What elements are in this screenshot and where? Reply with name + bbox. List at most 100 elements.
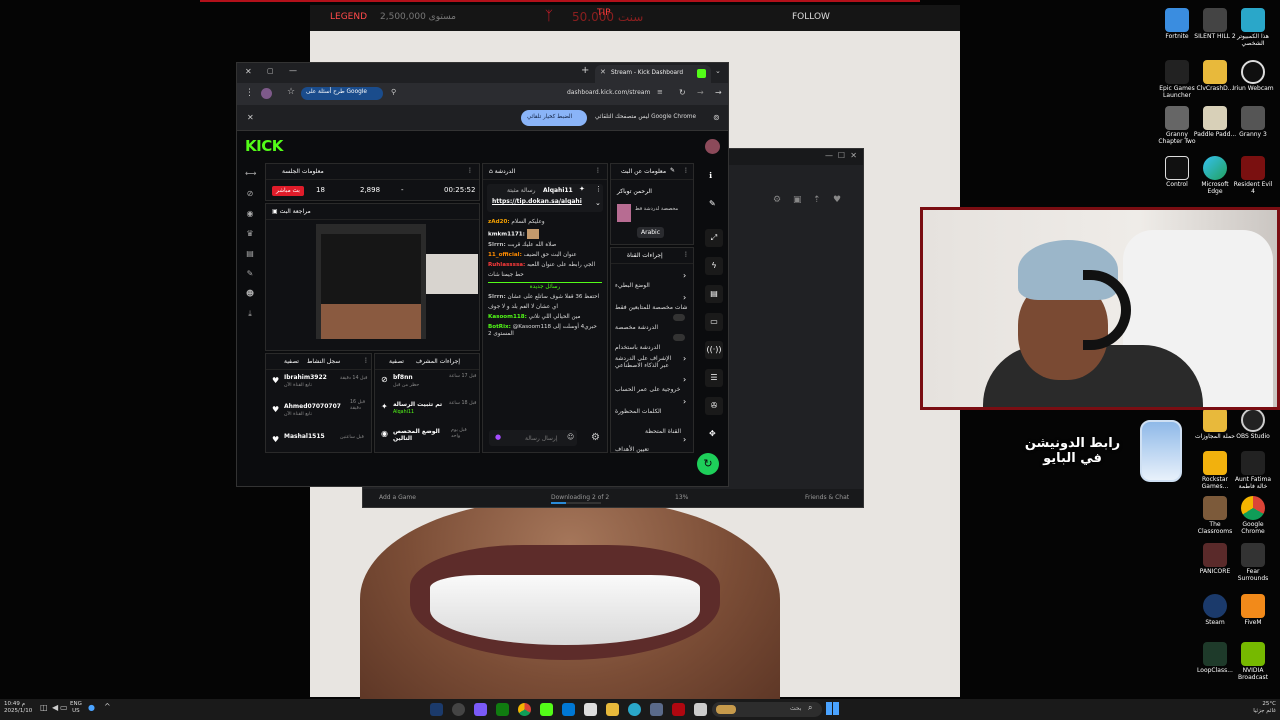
- tab-kick-dashboard[interactable]: ✕ Stream - Kick Dashboard: [595, 65, 711, 83]
- windows-start-icon[interactable]: [826, 702, 839, 715]
- ask-google-chip[interactable]: طرح أسئلة على Google: [301, 87, 383, 100]
- close-icon[interactable]: ✕: [850, 151, 857, 160]
- activity-filter[interactable]: تصفية: [284, 358, 299, 365]
- bolt-icon[interactable]: ϟ: [705, 257, 723, 275]
- action-ai-moderation[interactable]: الإشراف على الدردشة عبر الذكاء الاصطناعي…: [615, 352, 691, 371]
- link-icon[interactable]: ⊘: [245, 189, 255, 199]
- desktop-icon[interactable]: Granny 3: [1231, 106, 1275, 139]
- language-indicator[interactable]: ENG US: [70, 701, 82, 715]
- desktop-icon[interactable]: Google Chrome: [1231, 496, 1275, 536]
- desktop-icon[interactable]: Resident Evil 4: [1231, 156, 1275, 196]
- store-taskbar-icon[interactable]: [562, 703, 575, 716]
- network-icon[interactable]: ▭: [60, 703, 68, 712]
- maximize-icon[interactable]: ☐: [838, 151, 845, 160]
- user-icon[interactable]: ◉: [245, 209, 255, 219]
- mic-icon[interactable]: ●: [495, 433, 501, 441]
- controller-icon[interactable]: ▣: [793, 195, 802, 205]
- more-icon[interactable]: ⋮: [595, 167, 601, 174]
- pinned-link[interactable]: https://tip.dokan.sa/alqahi: [492, 198, 582, 205]
- friends-chat-button[interactable]: Friends & Chat: [805, 494, 849, 501]
- chrome-taskbar-icon[interactable]: [518, 703, 531, 716]
- add-game-button[interactable]: Add a Game: [379, 494, 416, 501]
- weather-widget[interactable]: 25°C غائم جزئيا: [1226, 701, 1276, 715]
- volume-icon[interactable]: ◀: [52, 703, 58, 712]
- bot-icon[interactable]: ☻: [245, 289, 255, 299]
- desktop-icon[interactable]: NVIDIA Broadcast: [1231, 642, 1275, 682]
- action-set-goals[interactable]: تعيين الأهداف ›: [615, 435, 691, 455]
- kick-taskbar-icon[interactable]: [540, 703, 553, 716]
- pencil-icon[interactable]: ✎: [709, 199, 716, 208]
- desktop-icon[interactable]: FiveM: [1231, 594, 1275, 627]
- steam-taskbar-icon[interactable]: [430, 703, 443, 716]
- app-taskbar-icon[interactable]: [474, 703, 487, 716]
- layout-icon[interactable]: ☰: [705, 369, 723, 387]
- toggle-switch[interactable]: [673, 314, 685, 321]
- action-hosted-channel[interactable]: القناة المتحظة: [615, 418, 691, 437]
- action-emote-only[interactable]: الدردشة باستخدام: [615, 334, 691, 353]
- more-icon[interactable]: ⋮: [595, 185, 602, 193]
- xbox-taskbar-icon[interactable]: [496, 703, 509, 716]
- taskbar-search[interactable]: بحث ⌕: [712, 702, 822, 717]
- user-avatar[interactable]: [705, 139, 720, 154]
- refresh-button[interactable]: ↻: [697, 453, 719, 475]
- tab-close-icon[interactable]: ✕: [600, 68, 606, 76]
- notification-icon[interactable]: ◫: [40, 703, 48, 712]
- bookmark-star-icon[interactable]: ☆: [287, 87, 295, 97]
- minimize-icon[interactable]: —: [825, 151, 833, 160]
- stream-icon[interactable]: ⟷: [245, 169, 256, 179]
- pinned-message[interactable]: رسالة مثبتة Alqahi11 ✦ ⋮ https://tip.dok…: [487, 184, 603, 212]
- settings-icon[interactable]: ⚙: [773, 195, 781, 205]
- download-icon[interactable]: ⤓: [245, 309, 255, 319]
- chevron-down-icon[interactable]: ⌄: [595, 199, 601, 207]
- date-time[interactable]: 10:49 م 2025/1/10: [4, 701, 32, 715]
- desktop-icon[interactable]: Aunt Fatima خالة فاطمة: [1231, 451, 1275, 491]
- folder-taskbar-icon[interactable]: [606, 703, 619, 716]
- more-icon[interactable]: ⋮: [683, 251, 689, 258]
- reload-icon[interactable]: ↻: [679, 88, 686, 97]
- desktop-icon[interactable]: هذا الكمبيوتر الشخصي: [1231, 8, 1275, 48]
- more-icon[interactable]: ⋮: [683, 167, 689, 174]
- broadcast-icon[interactable]: ((·)): [705, 341, 723, 359]
- app2-taskbar-icon[interactable]: [650, 703, 663, 716]
- mic-tray-icon[interactable]: ●: [88, 703, 95, 712]
- upload-icon[interactable]: ⇡: [813, 195, 821, 205]
- clipboard-icon[interactable]: ▤: [705, 285, 723, 303]
- more-icon[interactable]: ⋮: [363, 357, 369, 364]
- kick-logo[interactable]: KICK: [245, 137, 283, 155]
- app3-taskbar-icon[interactable]: [694, 703, 707, 716]
- menu-dots-icon[interactable]: ⋮: [245, 88, 254, 98]
- action-followers-only[interactable]: شات مخصصة للمتابعين فقط ›: [615, 293, 691, 313]
- close-window-icon[interactable]: ✕: [245, 67, 252, 76]
- mod-filter[interactable]: تصفية: [389, 358, 404, 365]
- back-icon[interactable]: →: [715, 88, 722, 97]
- minimize-window-icon[interactable]: —: [289, 66, 297, 75]
- notice-close-icon[interactable]: ✕: [247, 113, 254, 122]
- netflix-taskbar-icon[interactable]: [672, 703, 685, 716]
- toggle-switch[interactable]: [673, 334, 685, 341]
- wrench-icon[interactable]: ✇: [705, 397, 723, 415]
- edge-taskbar-icon[interactable]: [628, 703, 641, 716]
- move-icon[interactable]: ✥: [709, 429, 716, 438]
- action-slow-mode[interactable]: الوضع البطيء ›: [615, 271, 691, 291]
- message-icon[interactable]: ▭: [705, 313, 723, 331]
- url-text[interactable]: dashboard.kick.com/stream: [567, 89, 650, 96]
- chat-settings-icon[interactable]: ⚙: [591, 432, 600, 443]
- action-account-age[interactable]: خروجية على عمر الحساب ›: [615, 375, 691, 395]
- action-banned-words[interactable]: الكلمات المحظورة ›: [615, 397, 691, 417]
- desktop-icon[interactable]: Fear Surrounds: [1231, 543, 1275, 583]
- site-settings-icon[interactable]: ⚲: [391, 88, 396, 96]
- tray-chevron-icon[interactable]: ^: [104, 702, 111, 711]
- heart-icon[interactable]: ♥: [833, 195, 841, 205]
- new-tab-icon[interactable]: +: [581, 65, 589, 76]
- obs-taskbar-icon[interactable]: [452, 703, 465, 716]
- info-icon[interactable]: ℹ: [709, 171, 712, 180]
- restore-icon[interactable]: ▢: [267, 67, 274, 75]
- forward-icon[interactable]: →: [697, 88, 704, 97]
- tools-icon[interactable]: ✎: [245, 269, 255, 279]
- tab-search-icon[interactable]: ⌄: [715, 67, 721, 75]
- action-sub-only[interactable]: الدردشة مخصصة: [615, 314, 691, 333]
- edit-icon[interactable]: ✎: [670, 167, 675, 174]
- tune-icon[interactable]: ≡: [657, 88, 663, 96]
- desktop-icon[interactable]: OBS Studio: [1231, 408, 1275, 441]
- profile-icon[interactable]: [261, 88, 272, 99]
